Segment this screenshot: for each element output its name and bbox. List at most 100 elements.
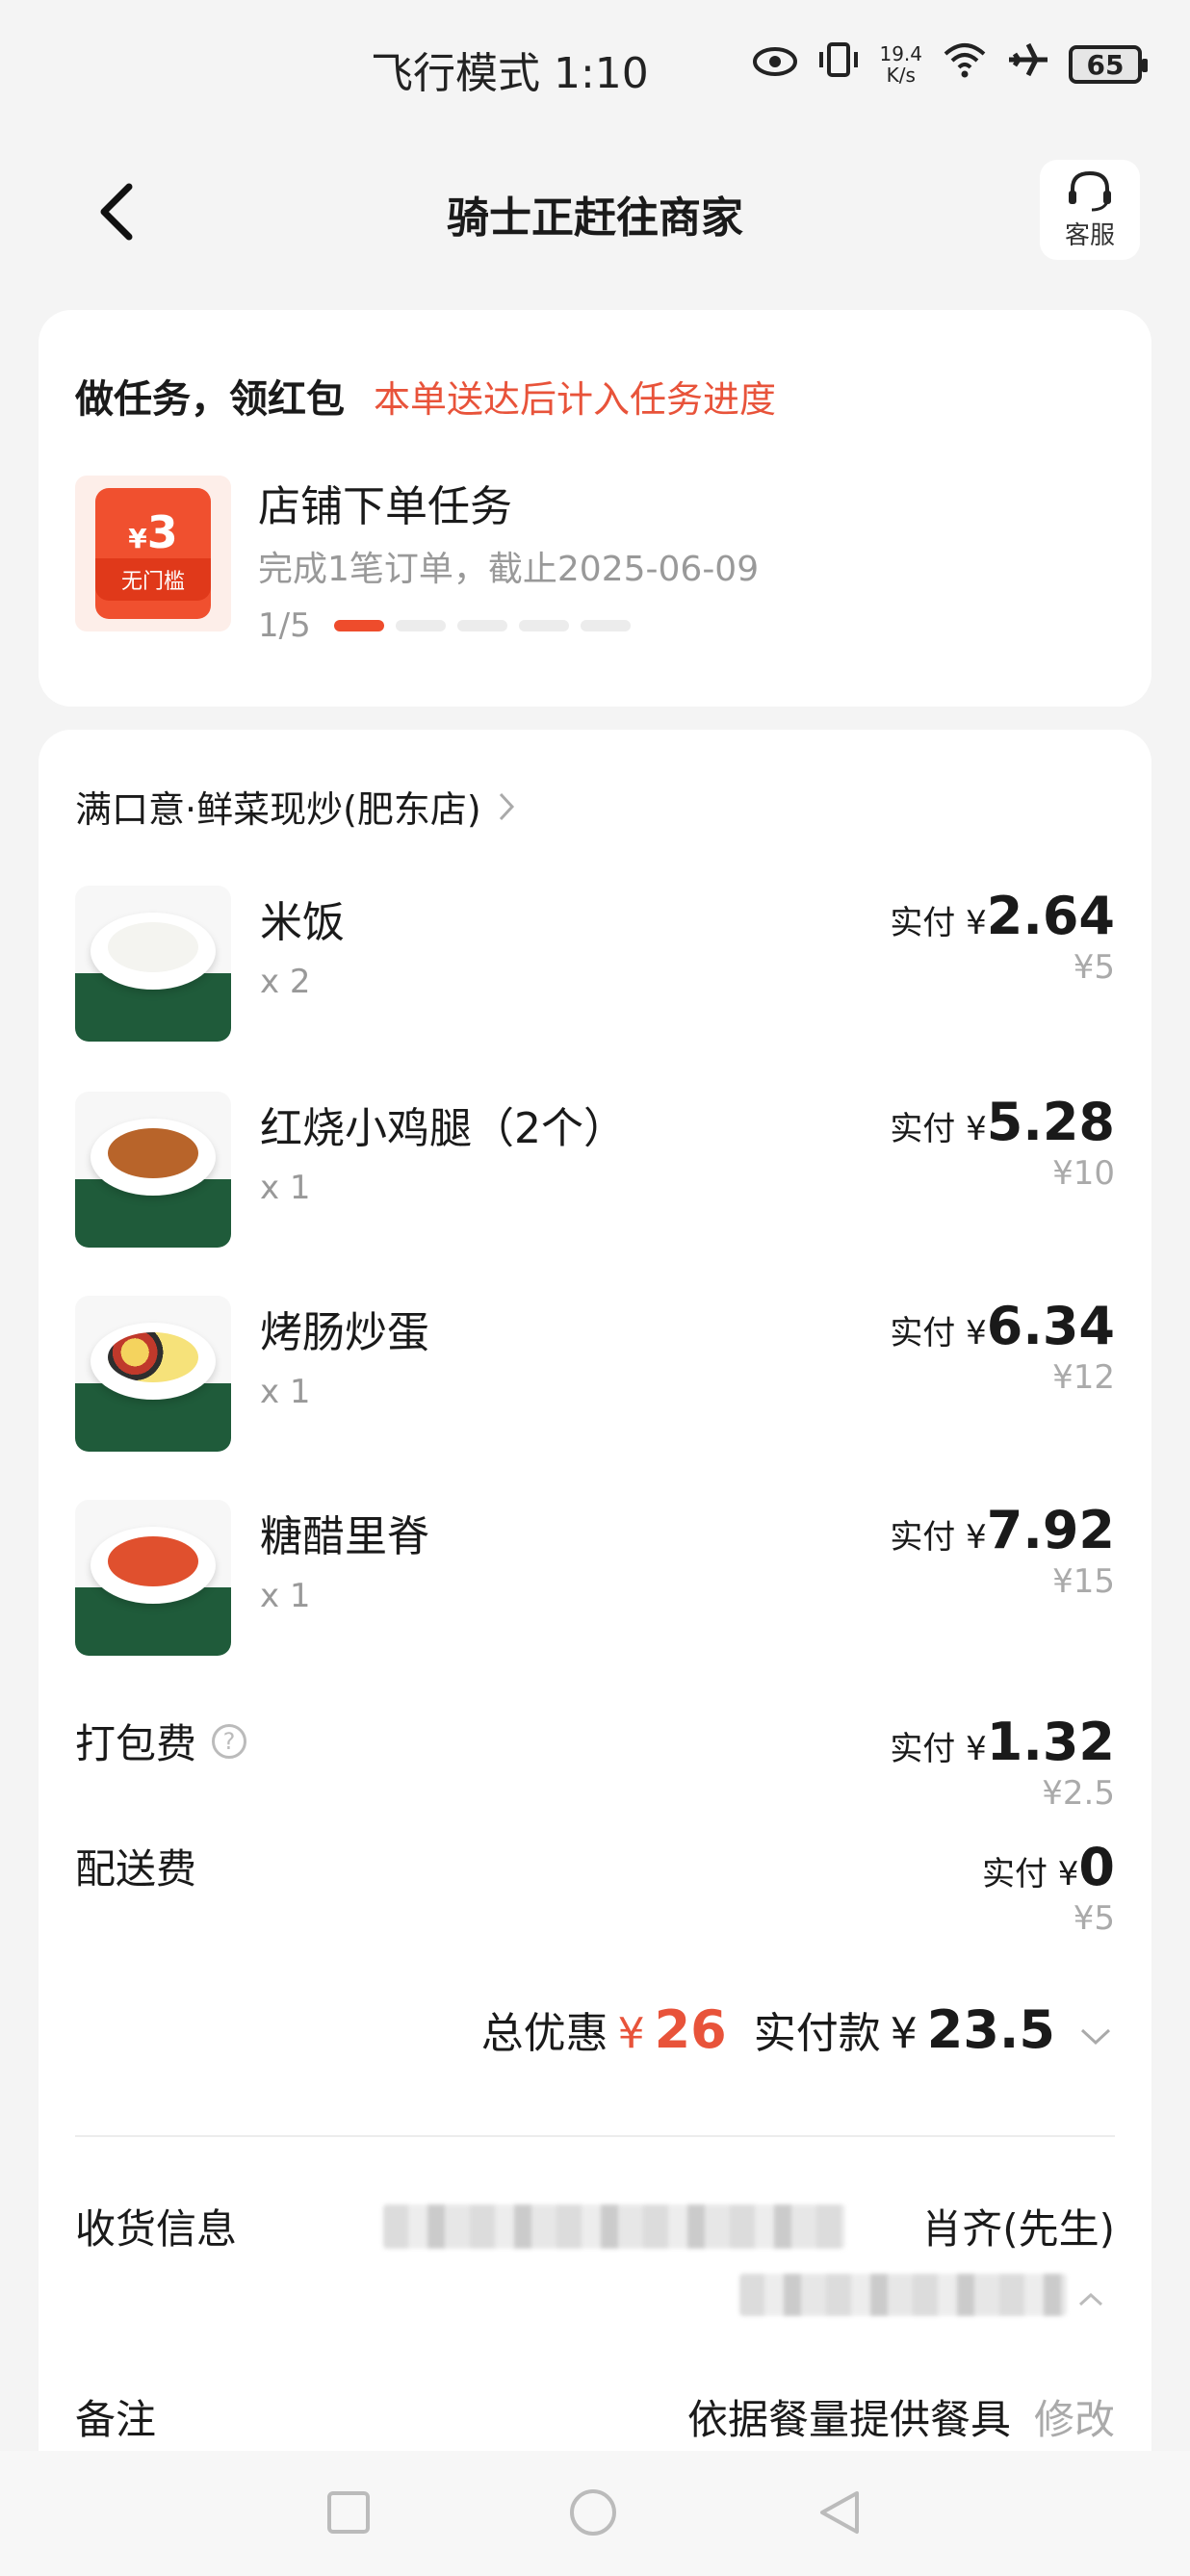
status-time: 飞行模式 1:10 [371, 49, 649, 98]
headset-icon [1069, 170, 1111, 211]
packing-fee-label: 打包费 [75, 1720, 197, 1767]
total-discount: 26 [654, 1999, 727, 2060]
square-icon [327, 2491, 370, 2534]
divider [75, 2135, 1115, 2137]
net-speed-value: 19.4 [879, 42, 922, 65]
remark-edit-button[interactable]: 修改 [1034, 2387, 1115, 2446]
store-link[interactable]: 满口意·鲜菜现炒(肥东店) [75, 780, 516, 833]
progress-segment [395, 620, 446, 631]
remark-row[interactable]: 备注 依据餐量提供餐具 修改 [75, 2387, 1115, 2445]
triangle-back-icon [820, 2491, 859, 2534]
paid-prefix: 实付 [890, 904, 956, 942]
delivery-info-row[interactable]: 收货信息 肖齐(先生) [75, 2197, 1115, 2341]
paid-amount: 1.32 [986, 1712, 1115, 1772]
delivery-fee-label: 配送费 [75, 1845, 197, 1893]
progress-segment [580, 620, 631, 631]
paid-amount: 5.28 [986, 1092, 1115, 1152]
item-name: 烤肠炒蛋 [260, 1308, 429, 1357]
currency: ¥ [966, 1110, 987, 1148]
item-qty: x 2 [260, 963, 311, 1001]
item-price: 实付 ¥7.92 ¥15 [890, 1500, 1115, 1601]
currency: ¥ [966, 1730, 987, 1768]
redacted-phone [739, 2274, 1067, 2316]
delivery-fee-row: 配送费 实付 ¥0 ¥5 [75, 1837, 1115, 1938]
list-item[interactable]: 米饭 x 2 实付 ¥2.64 ¥5 [75, 886, 1115, 1049]
original-price: ¥2.5 [1042, 1774, 1115, 1813]
delivery-fee-price: 实付 ¥0 ¥5 [982, 1837, 1115, 1938]
list-item[interactable]: 烤肠炒蛋 x 1 实付 ¥6.34 ¥12 [75, 1296, 1115, 1459]
airplane-icon [1007, 40, 1049, 89]
chevron-right-icon [499, 792, 514, 820]
delivery-info-label: 收货信息 [75, 2205, 238, 2253]
task-progress-text: 1/5 [258, 606, 311, 645]
food-image [75, 1092, 231, 1248]
status-icons: 19.4 K/s 65 [752, 40, 1148, 89]
header: 骑士正赶往商家 客服 [0, 154, 1190, 270]
net-speed-unit: K/s [886, 64, 916, 87]
remark-value: 依据餐量提供餐具 [686, 2396, 1011, 2443]
packing-fee-price: 实付 ¥1.32 ¥2.5 [890, 1712, 1115, 1813]
coupon-icon: ¥3 无门槛 [75, 476, 231, 631]
currency: ¥ [1057, 1855, 1079, 1893]
home-button[interactable] [568, 2487, 618, 2537]
recents-button[interactable] [323, 2487, 374, 2537]
status-bar: 飞行模式 1:10 19.4 K/s 65 [0, 0, 1190, 125]
total-paid: 23.5 [926, 1999, 1055, 2060]
coupon-currency: ¥ [128, 523, 147, 554]
wifi-icon [942, 40, 988, 89]
item-price: 实付 ¥5.28 ¥10 [890, 1092, 1115, 1193]
original-price: ¥12 [1052, 1358, 1115, 1397]
vibrate-icon [817, 40, 860, 89]
store-name: 满口意·鲜菜现炒(肥东店) [75, 788, 481, 831]
currency: ¥ [966, 1314, 987, 1352]
task-title: 做任务，领红包 [75, 377, 345, 422]
coupon-amount: 3 [146, 506, 178, 558]
customer-service-button[interactable]: 客服 [1040, 160, 1140, 260]
list-item[interactable]: 糖醋里脊 x 1 实付 ¥7.92 ¥15 [75, 1500, 1115, 1663]
paid-prefix: 实付 [890, 1110, 956, 1148]
item-name: 米饭 [260, 898, 345, 947]
progress-segment [456, 620, 507, 631]
net-speed: 19.4 K/s [879, 43, 922, 86]
currency: ¥ [617, 2009, 645, 2058]
help-icon[interactable]: ? [212, 1723, 247, 1759]
recipient-name: 肖齐(先生) [921, 2205, 1115, 2253]
original-price: ¥5 [1073, 1899, 1115, 1938]
original-price: ¥15 [1052, 1562, 1115, 1601]
task-desc: 完成1笔订单，截止2025-06-09 [258, 550, 760, 589]
coupon-tag: 无门槛 [95, 558, 211, 601]
currency: ¥ [966, 904, 987, 942]
circle-icon [570, 2489, 616, 2536]
food-image [75, 1296, 231, 1452]
item-qty: x 1 [260, 1577, 311, 1615]
original-price: ¥5 [1073, 948, 1115, 987]
item-name: 糖醋里脊 [260, 1512, 429, 1561]
paid-prefix: 实付 [890, 1314, 956, 1352]
paid-prefix: 实付 [981, 1855, 1048, 1893]
item-price: 实付 ¥2.64 ¥5 [890, 886, 1115, 987]
task-header: 做任务，领红包 本单送达后计入任务进度 [75, 368, 776, 424]
customer-service-label: 客服 [1064, 220, 1115, 250]
remark-label: 备注 [75, 2396, 157, 2443]
chevron-up-icon [1078, 2292, 1103, 2306]
system-nav-bar [0, 2451, 1190, 2576]
back-nav-button[interactable] [815, 2487, 865, 2537]
progress-segment [518, 620, 569, 631]
original-price: ¥10 [1052, 1154, 1115, 1193]
paid-amount: 6.34 [986, 1296, 1115, 1356]
item-qty: x 1 [260, 1169, 311, 1207]
total-row[interactable]: 总优惠 ¥26 实付款 ¥23.5 [481, 1998, 1113, 2060]
paid-amount: 7.92 [986, 1500, 1115, 1560]
list-item[interactable]: 红烧小鸡腿（2个） x 1 实付 ¥5.28 ¥10 [75, 1092, 1115, 1255]
page-title: 骑士正赶往商家 [447, 193, 743, 243]
order-card: 满口意·鲜菜现炒(肥东店) 米饭 x 2 实付 ¥2.64 ¥5 红烧小鸡腿（2… [39, 730, 1151, 2576]
eye-icon [752, 42, 798, 87]
paid-prefix: 实付 [890, 1518, 956, 1557]
item-qty: x 1 [260, 1373, 311, 1411]
item-price: 实付 ¥6.34 ¥12 [890, 1296, 1115, 1397]
battery-icon: 65 [1069, 45, 1148, 84]
paid-amount: 2.64 [986, 886, 1115, 946]
task-card[interactable]: 做任务，领红包 本单送达后计入任务进度 ¥3 无门槛 店铺下单任务 完成1笔订单… [39, 310, 1151, 707]
task-name: 店铺下单任务 [258, 482, 512, 531]
currency: ¥ [890, 2009, 918, 2058]
